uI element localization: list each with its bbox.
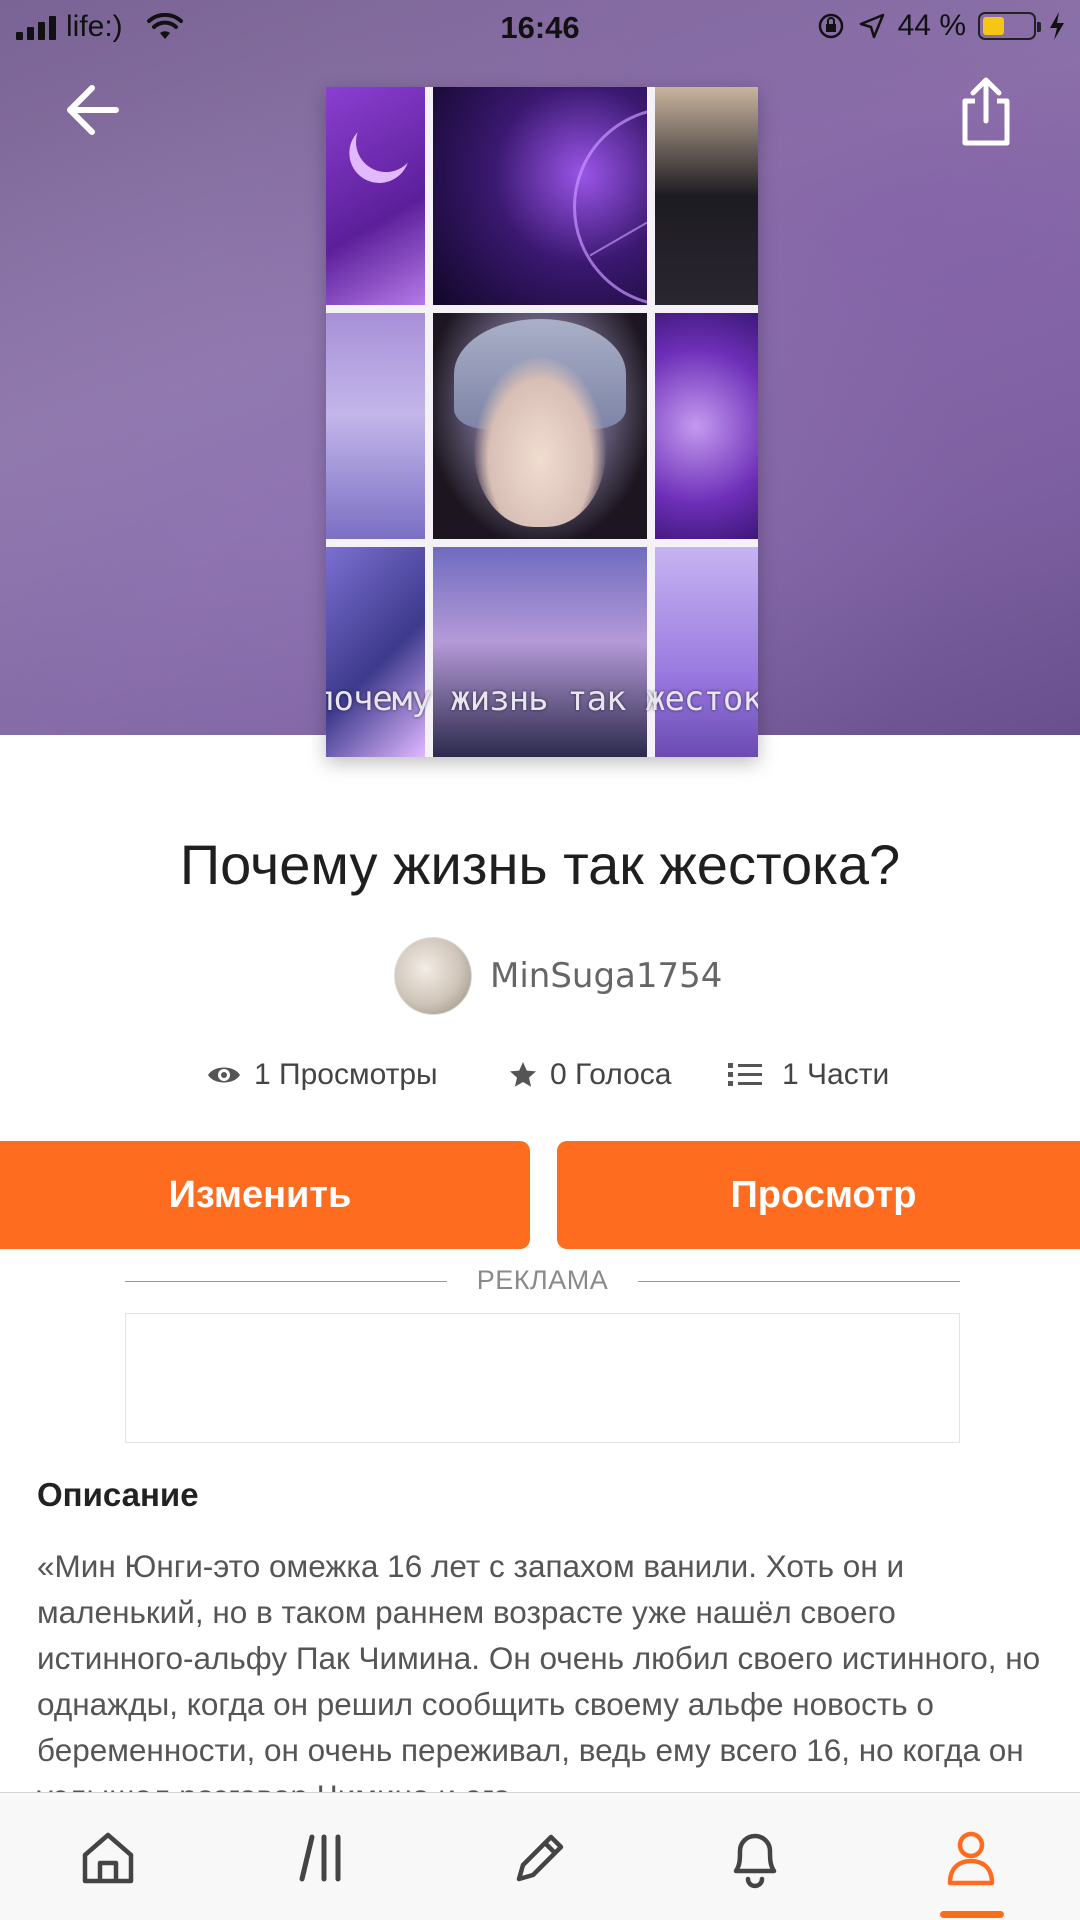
author-name: MinSuga1754 — [490, 956, 723, 996]
home-icon — [82, 1832, 134, 1884]
cover-tile — [655, 87, 758, 305]
ad-label-row: РЕКЛАМА — [125, 1265, 960, 1297]
charging-icon — [1050, 12, 1064, 40]
edit-button[interactable]: Изменить — [0, 1141, 530, 1249]
nav-write[interactable] — [505, 1823, 575, 1893]
story-stats: 1 Просмотры 0 Голоса 1 Части — [0, 1058, 1080, 1098]
star-icon — [510, 1062, 536, 1087]
cover-tile — [655, 547, 758, 757]
votes-count: 0 Голоса — [550, 1058, 672, 1091]
nav-notifications[interactable] — [720, 1823, 790, 1893]
cover-tile — [326, 547, 425, 757]
profile-icon — [947, 1831, 995, 1886]
divider — [638, 1281, 960, 1282]
share-icon — [962, 77, 1010, 146]
description-text: «Мин Юнги-это омежка 16 лет с запахом ва… — [37, 1548, 1041, 1793]
library-icon — [299, 1834, 341, 1882]
votes-stat: 0 Голоса — [508, 1058, 672, 1092]
cover-tile — [655, 313, 758, 539]
battery-fill — [983, 17, 1005, 35]
bell-icon — [733, 1833, 777, 1889]
orientation-lock-icon — [818, 13, 843, 39]
view-button[interactable]: Просмотр — [557, 1141, 1080, 1249]
status-bar: life:) 16:46 44 % — [0, 0, 1080, 54]
description-heading: Описание — [37, 1476, 199, 1513]
arrow-left-icon — [67, 85, 119, 135]
cover-caption: почему жизнь так жестока — [326, 679, 758, 719]
ad-slot[interactable] — [125, 1313, 960, 1443]
parts-count: 1 Части — [782, 1058, 890, 1091]
list-icon — [728, 1063, 762, 1086]
battery-percent: 44 % — [897, 9, 966, 42]
author-avatar — [394, 937, 472, 1015]
back-button[interactable] — [60, 80, 132, 140]
parts-stat: 1 Части — [728, 1058, 889, 1092]
bottom-nav — [0, 1792, 1080, 1920]
story-cover[interactable]: почему жизнь так жестока — [326, 87, 758, 757]
author-link[interactable]: MinSuga1754 — [394, 937, 722, 1015]
active-tab-indicator — [940, 1911, 1004, 1918]
eye-icon — [208, 1067, 240, 1083]
share-button[interactable] — [955, 75, 1017, 147]
status-right: 44 % — [816, 9, 1066, 43]
cover-tile — [433, 547, 647, 757]
nav-home[interactable] — [73, 1823, 143, 1893]
views-stat: 1 Просмотры — [206, 1058, 438, 1092]
nav-library[interactable] — [292, 1823, 362, 1893]
story-title: Почему жизнь так жестока? — [179, 833, 901, 896]
cover-tile — [433, 87, 647, 305]
battery-icon — [978, 12, 1041, 40]
cover-tile — [326, 87, 425, 305]
pencil-icon — [516, 1834, 564, 1882]
location-icon — [859, 13, 884, 39]
views-count: 1 Просмотры — [254, 1058, 438, 1091]
nav-profile[interactable] — [936, 1823, 1006, 1893]
cover-portrait-face — [474, 357, 606, 527]
cover-tile — [326, 313, 425, 539]
